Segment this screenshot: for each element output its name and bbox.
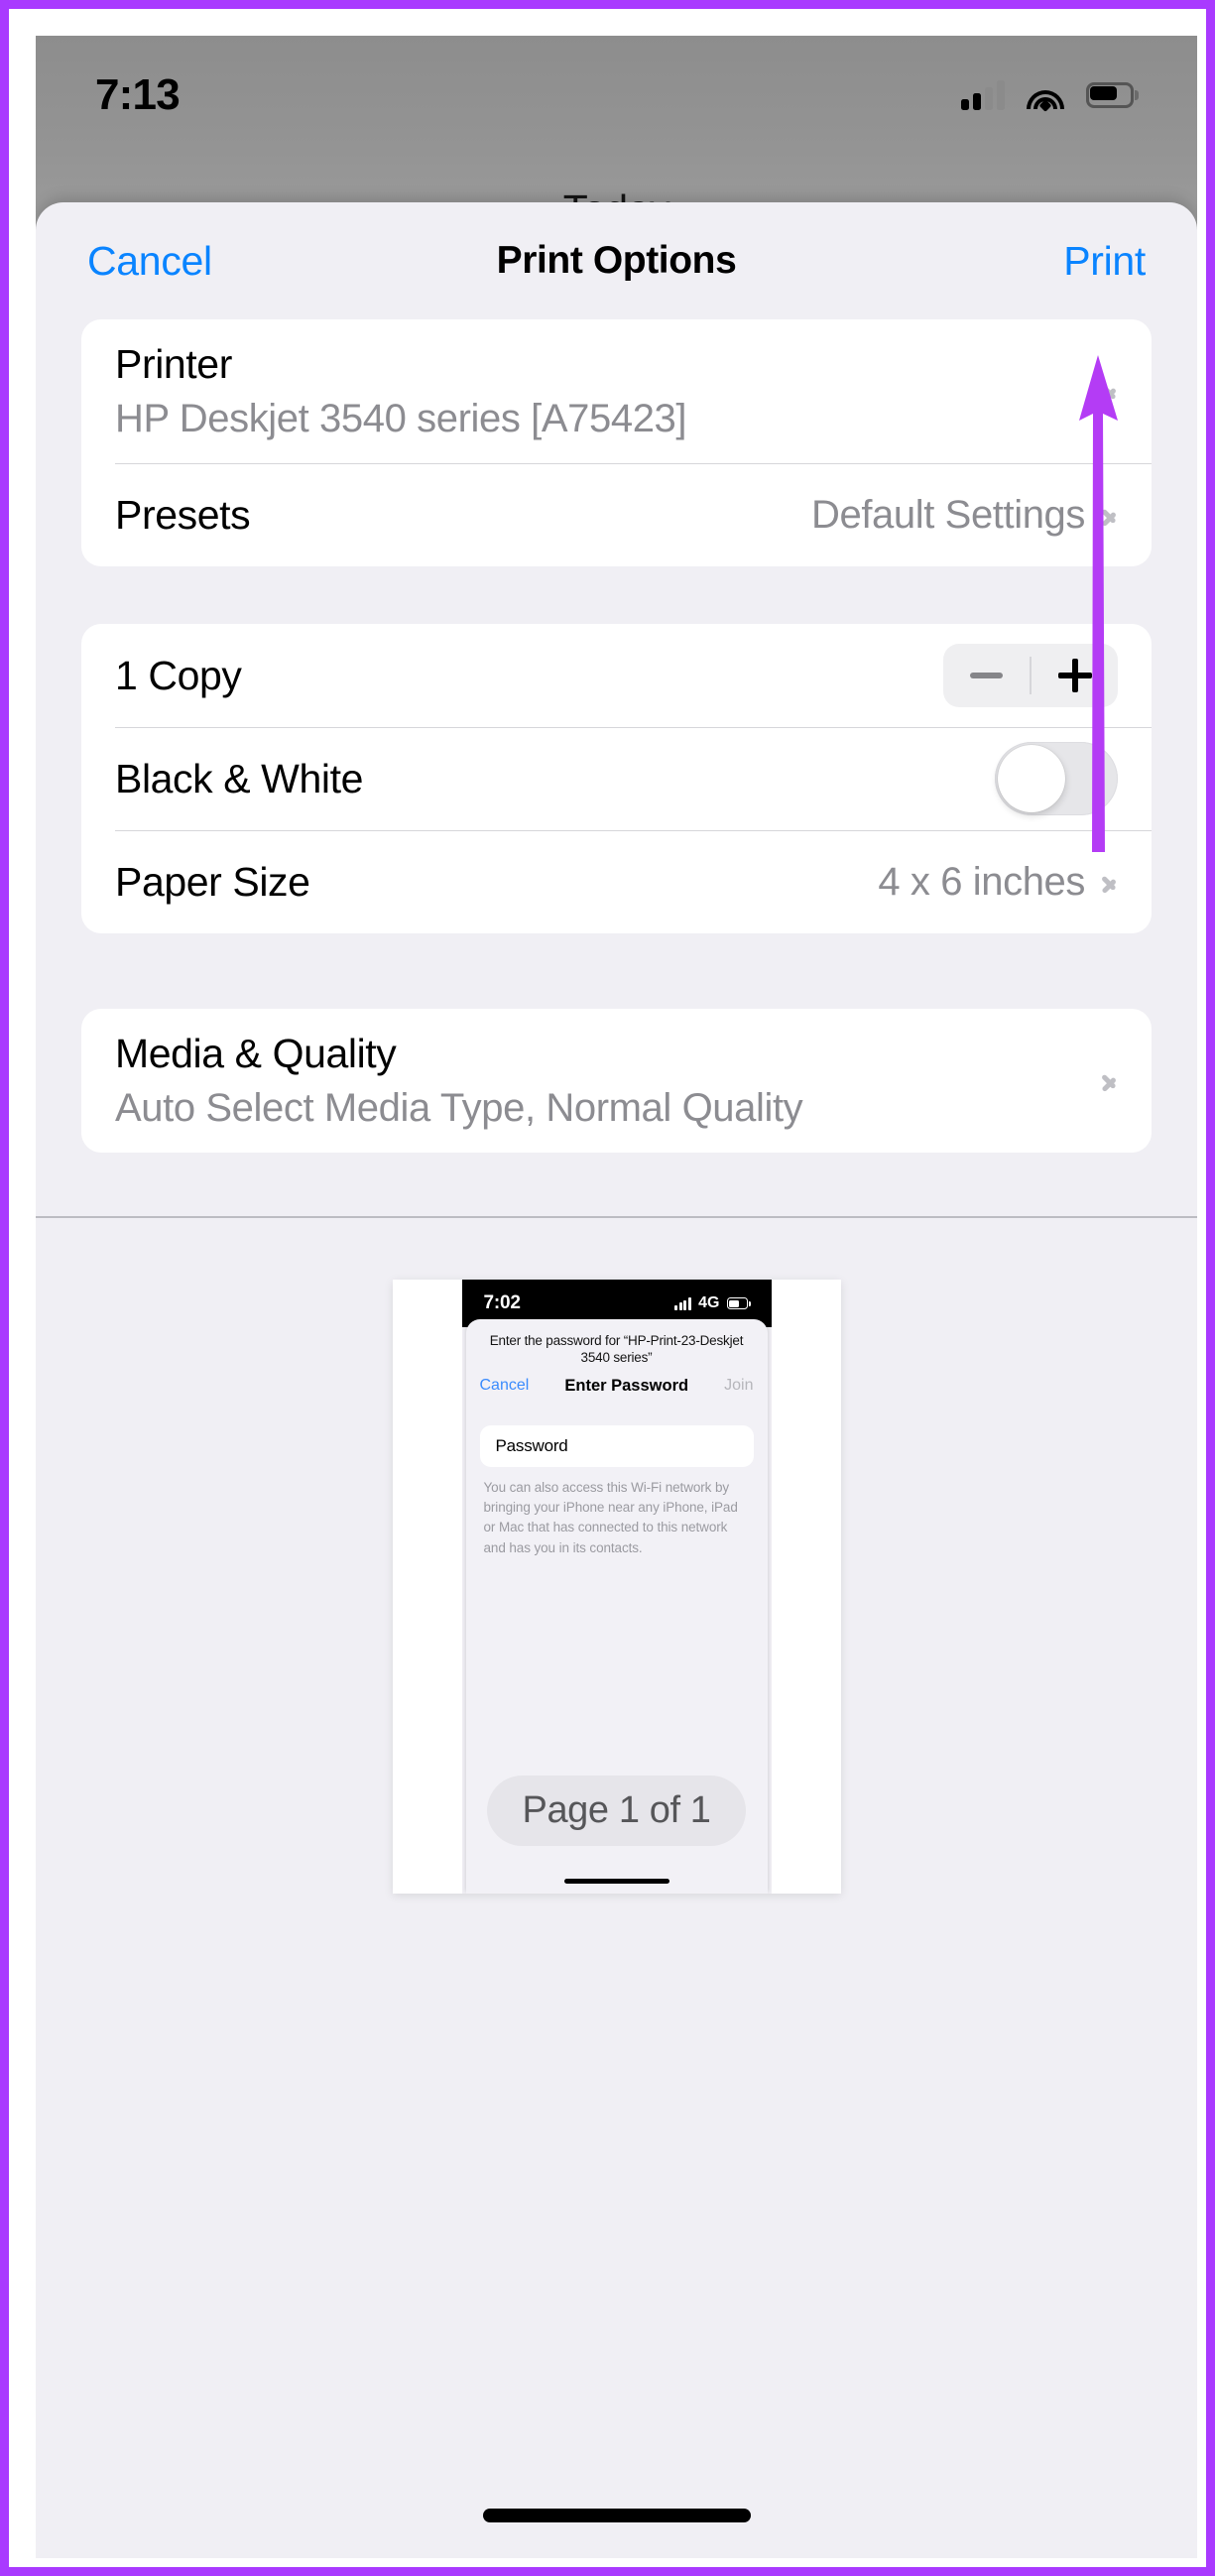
cellular-signal-icon bbox=[673, 1296, 692, 1310]
minus-icon bbox=[970, 673, 1003, 678]
document-join-button: Join bbox=[724, 1377, 754, 1395]
status-bar-icons bbox=[961, 80, 1139, 112]
page-count-badge: Page 1 of 1 bbox=[486, 1776, 747, 1846]
paper-size-row-accessory: 4 x 6 inches bbox=[878, 860, 1118, 905]
print-options-sheet: Cancel Print Options Print Printer HP De… bbox=[36, 202, 1197, 2558]
copies-row: 1 Copy bbox=[81, 624, 1152, 727]
home-indicator bbox=[482, 2509, 751, 2522]
preview-document-content: 7:02 4G Enter the password for “HP-Print… bbox=[461, 1280, 772, 1894]
status-bar-clock: 7:13 bbox=[95, 70, 181, 119]
preview-page[interactable]: 7:02 4G Enter the password for “HP-Print… bbox=[392, 1280, 841, 1894]
printer-group: Printer HP Deskjet 3540 series [A75423] … bbox=[81, 319, 1152, 566]
document-nav-bar: Cancel Enter Password Join bbox=[466, 1367, 768, 1396]
document-password-field: Password bbox=[479, 1424, 754, 1467]
cellular-signal-icon bbox=[961, 80, 1005, 110]
printer-row-title: Printer bbox=[115, 341, 232, 387]
annotation-frame: Today 7:13 bbox=[0, 0, 1215, 2576]
printer-row-subtitle: HP Deskjet 3540 series [A75423] bbox=[115, 397, 687, 440]
print-button[interactable]: Print bbox=[1063, 238, 1146, 285]
black-white-row: Black & White bbox=[81, 727, 1152, 830]
document-nav-title: Enter Password bbox=[564, 1376, 689, 1395]
document-cancel-button: Cancel bbox=[479, 1377, 530, 1395]
status-bar: 7:13 bbox=[36, 36, 1197, 155]
media-quality-group: Media & Quality Auto Select Media Type, … bbox=[81, 1009, 1152, 1153]
sheet-header: Cancel Print Options Print bbox=[36, 202, 1197, 319]
presets-row[interactable]: Presets Default Settings bbox=[81, 463, 1152, 566]
presets-row-title: Presets bbox=[115, 491, 251, 538]
document-help-text: You can also access this Wi-Fi network b… bbox=[483, 1479, 738, 1555]
media-quality-row[interactable]: Media & Quality Auto Select Media Type, … bbox=[81, 1009, 1152, 1153]
printer-row[interactable]: Printer HP Deskjet 3540 series [A75423] bbox=[81, 319, 1152, 463]
options-group: 1 Copy Black & White Paper Size 4 x 6 in… bbox=[81, 624, 1152, 933]
document-status-time: 7:02 bbox=[483, 1292, 521, 1313]
page-title: Print Options bbox=[496, 239, 737, 282]
media-quality-row-subtitle: Auto Select Media Type, Normal Quality bbox=[115, 1086, 803, 1130]
document-status-icons: 4G bbox=[673, 1294, 751, 1312]
paper-size-row-value: 4 x 6 inches bbox=[878, 859, 1085, 904]
annotation-arrow bbox=[1079, 355, 1118, 852]
battery-icon bbox=[1086, 82, 1139, 108]
print-preview-area: 7:02 4G Enter the password for “HP-Print… bbox=[36, 1218, 1197, 1952]
black-white-row-title: Black & White bbox=[115, 755, 363, 801]
phone-screen: Today 7:13 bbox=[36, 36, 1197, 2558]
toggle-knob bbox=[998, 745, 1065, 812]
document-network-label: 4G bbox=[698, 1294, 720, 1311]
chevron-right-icon bbox=[1101, 868, 1118, 897]
chevron-right-icon bbox=[1101, 1066, 1118, 1095]
presets-row-accessory: Default Settings bbox=[811, 493, 1118, 538]
paper-size-row-title: Paper Size bbox=[115, 858, 310, 905]
wifi-icon bbox=[1027, 81, 1064, 112]
screenshot-inner: Today 7:13 bbox=[27, 27, 1206, 2567]
document-prompt-text: Enter the password for “HP-Print-23-Desk… bbox=[489, 1333, 744, 1365]
battery-icon bbox=[726, 1297, 751, 1309]
presets-row-value: Default Settings bbox=[811, 492, 1085, 537]
media-quality-row-title: Media & Quality bbox=[115, 1031, 397, 1076]
copies-row-title: 1 Copy bbox=[115, 652, 242, 698]
paper-size-row[interactable]: Paper Size 4 x 6 inches bbox=[81, 830, 1152, 933]
copies-decrement-button[interactable] bbox=[943, 673, 1030, 678]
document-home-indicator bbox=[563, 1879, 669, 1884]
